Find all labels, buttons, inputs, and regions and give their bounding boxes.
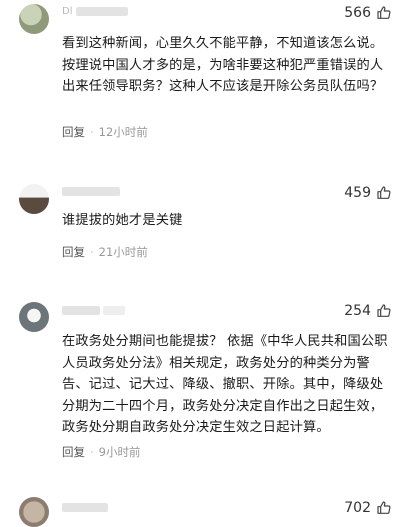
- timestamp: 12小时前: [98, 125, 148, 139]
- like-count: 459: [344, 185, 371, 201]
- username[interactable]: Dl: [62, 6, 128, 17]
- comment-text: 谁提拔的她才是关键: [62, 213, 183, 228]
- comment-meta: 回复 · 9小时前: [62, 444, 140, 460]
- thumbs-up-icon: [376, 500, 392, 516]
- thumbs-up-icon: [376, 5, 392, 21]
- like-button[interactable]: 702: [344, 500, 392, 516]
- like-count: 566: [344, 5, 371, 21]
- reply-button[interactable]: 回复: [62, 244, 85, 260]
- separator-dot: ·: [90, 245, 94, 259]
- timestamp: 21小时前: [98, 245, 148, 259]
- username[interactable]: [62, 186, 120, 197]
- like-button[interactable]: 254: [344, 303, 392, 319]
- username[interactable]: [62, 305, 126, 316]
- timestamp: 9小时前: [98, 445, 141, 459]
- username[interactable]: [62, 502, 108, 513]
- thumbs-up-icon: [376, 303, 392, 319]
- separator-dot: ·: [90, 125, 94, 139]
- comment-meta: 回复 · 12小时前: [62, 124, 148, 140]
- like-count: 702: [344, 500, 371, 516]
- avatar[interactable]: [19, 4, 49, 34]
- comment-text: 在政务处分期间也能提拔？ 依据《中华人民共和国公职人员政务处分法》相关规定，政务…: [62, 334, 388, 435]
- like-button[interactable]: 566: [344, 5, 392, 21]
- comment-meta: 回复 · 21小时前: [62, 244, 148, 260]
- reply-button[interactable]: 回复: [62, 124, 85, 140]
- comment-text: 看到这种新闻，心里久久不能平静，不知道该怎么说。按理说中国人才多的是，为啥非要这…: [62, 36, 384, 94]
- like-button[interactable]: 459: [344, 185, 392, 201]
- separator-dot: ·: [90, 445, 94, 459]
- comment-item: Dl 566 看到这种新闻，心里久久不能平静，不知道该怎么说。按理说中国人才多的…: [0, 0, 406, 150]
- reply-button[interactable]: 回复: [62, 444, 85, 460]
- thumbs-up-icon: [376, 185, 392, 201]
- like-count: 254: [344, 303, 371, 319]
- avatar[interactable]: [19, 497, 49, 527]
- avatar[interactable]: [19, 302, 49, 332]
- avatar[interactable]: [19, 184, 49, 214]
